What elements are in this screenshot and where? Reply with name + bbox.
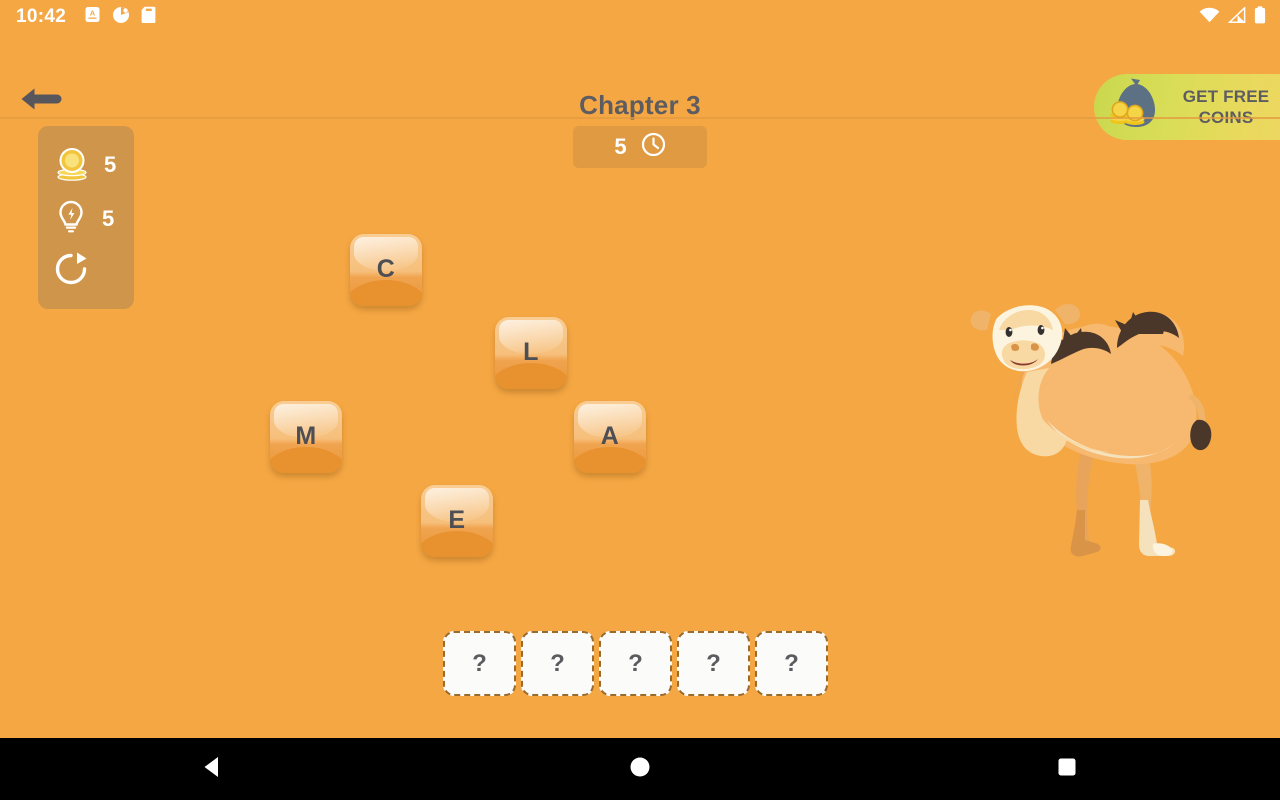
refresh-button[interactable] <box>52 246 90 296</box>
gfc-line-1: GET FREE <box>1182 86 1270 106</box>
app-header: Chapter 3 GET FREE COINS <box>0 34 1280 140</box>
coin-stack-icon <box>52 143 92 188</box>
nav-home-icon <box>627 754 653 785</box>
coins-row[interactable]: 5 <box>52 138 116 192</box>
status-bar-notification-icons: A <box>84 6 156 29</box>
header-divider <box>0 117 1280 119</box>
timer-badge: 5 <box>573 126 707 168</box>
letter-tile[interactable]: C <box>350 234 422 306</box>
cellular-signal-icon <box>1227 5 1246 28</box>
nav-recents-icon <box>1054 754 1080 785</box>
pie-notification-icon <box>112 6 130 29</box>
answer-slot[interactable]: ? <box>755 631 828 696</box>
answer-slot[interactable]: ? <box>599 631 672 696</box>
svg-text:A: A <box>90 9 96 18</box>
letter-tile-label: M <box>295 421 317 450</box>
wifi-icon <box>1199 7 1220 28</box>
get-free-coins-label: GET FREE COINS <box>1172 86 1280 129</box>
answer-slot[interactable]: ? <box>443 631 516 696</box>
letter-tile-label: L <box>523 337 539 366</box>
app-badge-icon: A <box>84 6 101 28</box>
money-bag-icon <box>1104 77 1168 138</box>
answer-slot[interactable]: ? <box>521 631 594 696</box>
nav-back-icon <box>200 754 226 785</box>
get-free-coins-button[interactable]: GET FREE COINS <box>1094 74 1280 140</box>
answer-slot[interactable]: ? <box>677 631 750 696</box>
game-play-area: 5 5 5 C L M A E ? ? ? ? ? <box>0 119 1280 738</box>
coins-count: 5 <box>104 152 117 177</box>
hints-row[interactable]: 5 <box>52 192 114 246</box>
letter-tile[interactable]: A <box>574 401 646 473</box>
status-bar-clock: 10:42 <box>16 6 67 27</box>
status-bar: 10:42 A <box>0 0 1280 34</box>
lightbulb-icon <box>52 198 90 241</box>
hints-count: 5 <box>102 206 115 231</box>
letter-tile-label: E <box>448 505 466 534</box>
nav-recents-button[interactable] <box>1007 738 1127 800</box>
letter-tile-label: C <box>376 254 396 283</box>
timer-value: 5 <box>614 134 627 159</box>
android-navigation-bar <box>0 738 1280 800</box>
game-stats-panel: 5 5 <box>38 126 134 309</box>
answer-slots: ? ? ? ? ? <box>443 631 828 696</box>
refresh-icon <box>52 250 90 293</box>
letter-tile-label: A <box>600 421 620 450</box>
camel-illustration <box>905 244 1225 569</box>
status-bar-system-icons <box>1199 5 1266 29</box>
letter-tile[interactable]: M <box>270 401 342 473</box>
letter-tile[interactable]: E <box>421 485 493 557</box>
sd-card-icon <box>141 6 156 29</box>
letter-tile[interactable]: L <box>495 317 567 389</box>
nav-back-button[interactable] <box>153 738 273 800</box>
battery-icon <box>1254 5 1266 29</box>
app-screen: 10:42 A Chapter 3 GET FREE COINS 5 5 5 C… <box>0 0 1280 800</box>
nav-home-button[interactable] <box>580 738 700 800</box>
clock-icon <box>641 132 666 162</box>
